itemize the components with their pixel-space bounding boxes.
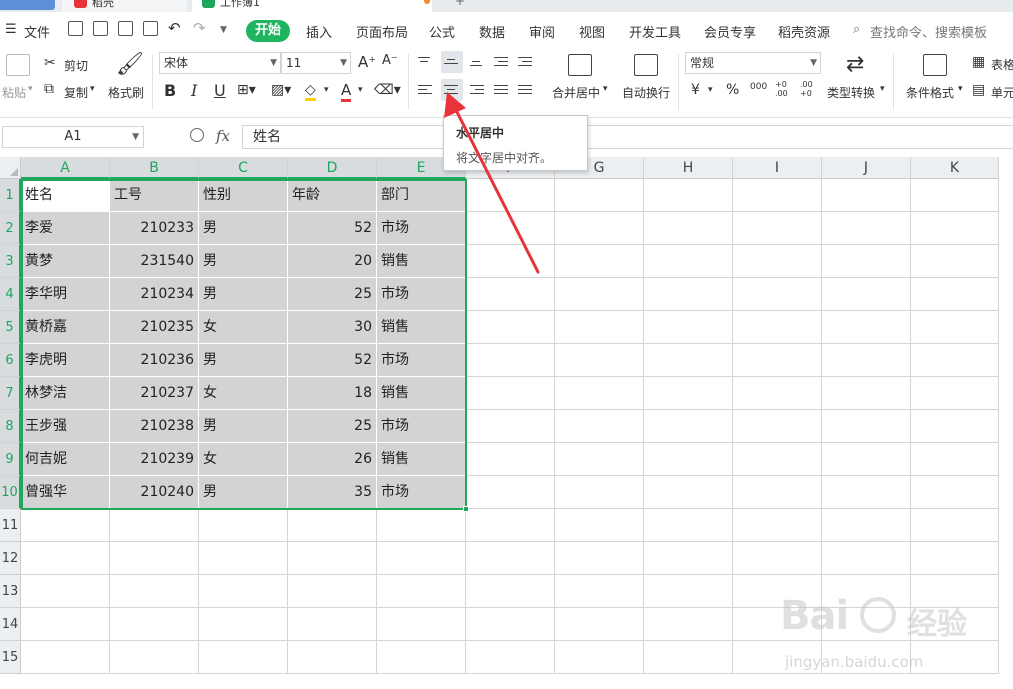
- watermark-url: jingyan.baidu.com: [785, 653, 924, 671]
- watermark-brand-suffix: 经验: [907, 607, 967, 642]
- baidu-paw-icon: [860, 597, 896, 633]
- baidu-jingyan-watermark: Bai 经验 jingyan.baidu.com: [775, 585, 1005, 685]
- watermark-brand: Bai: [780, 593, 849, 639]
